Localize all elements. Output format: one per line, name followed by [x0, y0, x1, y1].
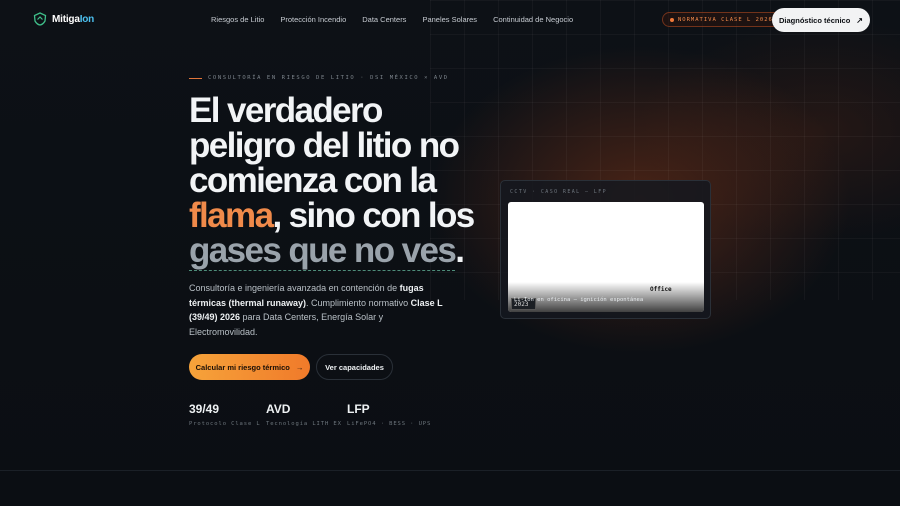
- menu-item-data-centers[interactable]: Data Centers: [362, 15, 406, 24]
- menu-item-continuidad[interactable]: Continuidad de Negocio: [493, 15, 573, 24]
- stat-label: Protocolo Clase L: [189, 421, 261, 427]
- eyebrow-line: [189, 77, 202, 79]
- video-player[interactable]: Office 2023 Li-Ion en oficina — ignición…: [508, 202, 704, 312]
- stat-value: AVD: [266, 402, 291, 416]
- stat-label: Tecnología LITH EX: [266, 421, 342, 427]
- stat-lfp: LFP LiFePO4 · BESS · UPS: [347, 402, 431, 427]
- menu-item-proteccion[interactable]: Protección Incendio: [280, 15, 346, 24]
- eyebrow: CONSULTORÍA EN RIESGO DE LITIO · DSI MÉX…: [189, 75, 449, 81]
- video-caption: Li-Ion en oficina — ignición espontánea: [514, 297, 644, 303]
- shield-logo-icon: [33, 12, 47, 26]
- headline-line-2: peligro del litio no: [189, 126, 460, 165]
- arrow-up-right-icon: ↗: [856, 15, 863, 25]
- menu-item-riesgos[interactable]: Riesgos de Litio: [211, 15, 264, 24]
- ver-capacidades-button[interactable]: Ver capacidades: [316, 354, 393, 380]
- headline-muted: gases que no ves: [189, 231, 457, 271]
- diagnostico-label: Diagnóstico técnico: [779, 15, 851, 25]
- top-navigation: MitigaIon Riesgos de Litio Protección In…: [0, 0, 900, 40]
- headline-line-3: comienza con la: [189, 161, 437, 200]
- stat-protocolo: 39/49 Protocolo Clase L: [189, 402, 261, 427]
- arrow-right-icon: →: [295, 362, 304, 372]
- diagnostico-button[interactable]: Diagnóstico técnico ↗: [772, 8, 870, 32]
- badge-label: NORMATIVA CLASE L 2026: [678, 16, 773, 23]
- stat-tecnologia: AVD Tecnología LITH EX: [266, 402, 342, 427]
- page-title: El verdadero peligro del litio no comien…: [189, 91, 509, 271]
- normativa-badge[interactable]: NORMATIVA CLASE L 2026: [662, 12, 781, 27]
- headline-line-4: flama, sino con los: [189, 196, 475, 235]
- video-label: CCTV · CASO REAL — LFP: [510, 189, 608, 195]
- headline-line-1: El verdadero: [189, 91, 383, 130]
- stat-value: LFP: [347, 402, 370, 416]
- logo[interactable]: MitigaIon: [33, 12, 94, 26]
- section-divider: [0, 470, 900, 471]
- hero-description: Consultoría e ingeniería avanzada en con…: [189, 283, 443, 337]
- cctv-video-card: CCTV · CASO REAL — LFP Office 2023 Li-Io…: [500, 180, 711, 319]
- status-dot-icon: [670, 17, 674, 22]
- logo-text: MitigaIon: [52, 13, 95, 25]
- headline-line-5: gases que no ves.: [189, 231, 465, 271]
- menu-item-paneles[interactable]: Paneles Solares: [422, 15, 477, 24]
- stat-label: LiFePO4 · BESS · UPS: [347, 421, 432, 427]
- calcular-riesgo-label: Calcular mi riesgo térmico: [195, 362, 290, 372]
- headline-accent: flama: [189, 196, 274, 235]
- video-office-text: Office: [650, 286, 672, 293]
- stat-value: 39/49: [189, 402, 220, 416]
- ver-capacidades-label: Ver capacidades: [325, 362, 384, 372]
- main-menu: Riesgos de Litio Protección Incendio Dat…: [211, 15, 573, 24]
- eyebrow-text: CONSULTORÍA EN RIESGO DE LITIO · DSI MÉX…: [208, 75, 449, 81]
- calcular-riesgo-button[interactable]: Calcular mi riesgo térmico →: [189, 354, 310, 380]
